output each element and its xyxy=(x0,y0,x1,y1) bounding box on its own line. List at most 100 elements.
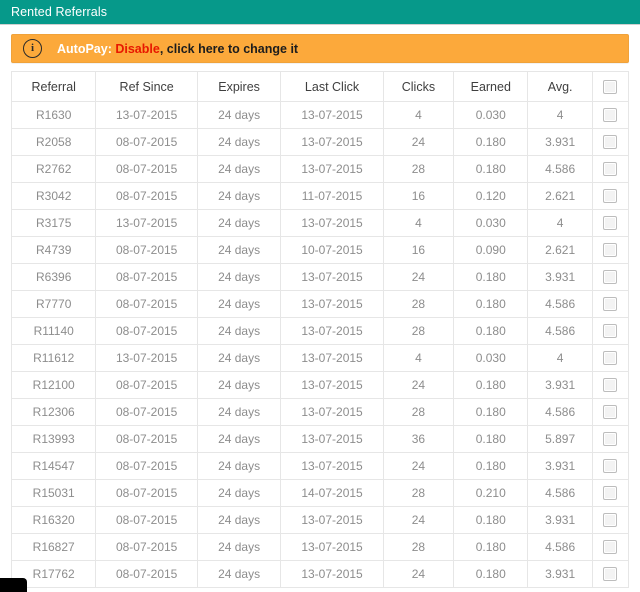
row-select-checkbox[interactable] xyxy=(603,513,618,528)
cell-expires: 24 days xyxy=(196,236,282,264)
cell-referral: R6396 xyxy=(10,263,97,291)
referrals-table-container: Referral Ref Since Expires Last Click Cl… xyxy=(0,63,640,588)
table-header-row: Referral Ref Since Expires Last Click Cl… xyxy=(10,71,630,102)
table-row[interactable]: R16827 08-07-2015 24 days 13-07-2015 28 0.180… xyxy=(10,533,630,561)
table-row[interactable]: R15031 08-07-2015 24 days 14-07-2015 28 0.210… xyxy=(10,479,630,507)
table-row[interactable]: R2058 08-07-2015 24 days 13-07-2015 24 0.180 3… xyxy=(10,128,630,156)
cell-select xyxy=(591,344,630,372)
cell-clicks: 24 xyxy=(382,560,455,588)
table-row[interactable]: R17762 08-07-2015 24 days 13-07-2015 24 0.180… xyxy=(10,560,630,588)
cell-last-click: 13-07-2015 xyxy=(280,290,384,318)
row-select-checkbox[interactable] xyxy=(603,243,618,258)
row-select-checkbox[interactable] xyxy=(603,162,618,177)
row-select-checkbox[interactable] xyxy=(603,540,618,555)
table-row[interactable]: R3042 08-07-2015 24 days 11-07-2015 16 0.120 2… xyxy=(10,182,630,210)
table-row[interactable]: R3175 13-07-2015 24 days 13-07-2015 4 0.030 4 xyxy=(10,209,630,237)
cell-last-click: 13-07-2015 xyxy=(280,209,384,237)
cell-last-click: 11-07-2015 xyxy=(280,182,384,210)
row-select-checkbox[interactable] xyxy=(603,270,618,285)
cell-earned: 0.030 xyxy=(453,209,529,237)
table-row[interactable]: R11612 13-07-2015 24 days 13-07-2015 4 0.030 4 xyxy=(10,344,630,372)
alert-container: i AutoPay: Disable, click here to change… xyxy=(0,25,640,63)
cell-last-click: 13-07-2015 xyxy=(280,317,384,345)
row-select-checkbox[interactable] xyxy=(603,189,618,204)
row-select-checkbox[interactable] xyxy=(603,216,618,231)
row-select-checkbox[interactable] xyxy=(603,459,618,474)
table-row[interactable]: R14547 08-07-2015 24 days 13-07-2015 24 0.180… xyxy=(10,452,630,480)
row-select-checkbox[interactable] xyxy=(603,432,618,447)
cell-select xyxy=(591,155,630,183)
cell-clicks: 28 xyxy=(382,479,455,507)
column-header-ref-since[interactable]: Ref Since xyxy=(95,71,198,102)
cell-ref-since: 08-07-2015 xyxy=(95,263,198,291)
autopay-hint: click here to change it xyxy=(166,41,299,56)
cell-referral: R1630 xyxy=(10,101,97,129)
autopay-alert-message: AutoPay: Disable, click here to change i… xyxy=(57,42,298,56)
table-row[interactable]: R12306 08-07-2015 24 days 13-07-2015 28 0.180… xyxy=(10,398,630,426)
cell-referral: R3175 xyxy=(10,209,97,237)
cell-referral: R14547 xyxy=(10,452,97,480)
row-select-checkbox[interactable] xyxy=(603,108,618,123)
cell-ref-since: 08-07-2015 xyxy=(95,398,198,426)
cell-select xyxy=(591,209,630,237)
table-row[interactable]: R1630 13-07-2015 24 days 13-07-2015 4 0.030 4 xyxy=(10,101,630,129)
column-header-earned[interactable]: Earned xyxy=(453,71,529,102)
cell-ref-since: 08-07-2015 xyxy=(95,560,198,588)
cell-avg: 5.897 xyxy=(527,425,593,453)
page-title: Rented Referrals xyxy=(11,5,108,19)
cell-clicks: 36 xyxy=(382,425,455,453)
table-row[interactable]: R7770 08-07-2015 24 days 13-07-2015 28 0.180 4… xyxy=(10,290,630,318)
table-row[interactable]: R16320 08-07-2015 24 days 13-07-2015 24 0.180… xyxy=(10,506,630,534)
cell-expires: 24 days xyxy=(196,317,282,345)
cell-expires: 24 days xyxy=(196,263,282,291)
row-select-checkbox[interactable] xyxy=(603,135,618,150)
row-select-checkbox[interactable] xyxy=(603,567,618,582)
row-select-checkbox[interactable] xyxy=(603,351,618,366)
cell-clicks: 28 xyxy=(382,398,455,426)
cell-referral: R2762 xyxy=(10,155,97,183)
table-row[interactable]: R4739 08-07-2015 24 days 10-07-2015 16 0.090 2… xyxy=(10,236,630,264)
cell-earned: 0.180 xyxy=(453,317,529,345)
cell-clicks: 28 xyxy=(382,155,455,183)
cell-last-click: 13-07-2015 xyxy=(280,398,384,426)
cell-last-click: 13-07-2015 xyxy=(280,506,384,534)
table-row[interactable]: R6396 08-07-2015 24 days 13-07-2015 24 0.180 3… xyxy=(10,263,630,291)
table-row[interactable]: R2762 08-07-2015 24 days 13-07-2015 28 0.180 4… xyxy=(10,155,630,183)
cell-avg: 4.586 xyxy=(527,479,593,507)
cell-earned: 0.210 xyxy=(453,479,529,507)
row-select-checkbox[interactable] xyxy=(603,324,618,339)
cell-avg: 2.621 xyxy=(527,182,593,210)
autopay-alert[interactable]: i AutoPay: Disable, click here to change… xyxy=(11,34,629,63)
cell-referral: R16320 xyxy=(10,506,97,534)
cell-clicks: 4 xyxy=(382,344,455,372)
cell-last-click: 13-07-2015 xyxy=(280,560,384,588)
cell-referral: R3042 xyxy=(10,182,97,210)
cell-earned: 0.180 xyxy=(453,506,529,534)
cell-referral: R13993 xyxy=(10,425,97,453)
cell-last-click: 14-07-2015 xyxy=(280,479,384,507)
cell-select xyxy=(591,263,630,291)
cell-select xyxy=(591,371,630,399)
autopay-status-badge: Disable xyxy=(115,41,160,56)
cell-expires: 24 days xyxy=(196,398,282,426)
column-header-last-click[interactable]: Last Click xyxy=(280,71,384,102)
cell-ref-since: 08-07-2015 xyxy=(95,425,198,453)
cell-select xyxy=(591,182,630,210)
cell-earned: 0.180 xyxy=(453,128,529,156)
table-header: Referral Ref Since Expires Last Click Cl… xyxy=(10,71,630,102)
row-select-checkbox[interactable] xyxy=(603,405,618,420)
column-header-expires[interactable]: Expires xyxy=(196,71,282,102)
table-row[interactable]: R12100 08-07-2015 24 days 13-07-2015 24 0.180… xyxy=(10,371,630,399)
column-header-clicks[interactable]: Clicks xyxy=(382,71,455,102)
column-header-referral[interactable]: Referral xyxy=(10,71,97,102)
select-all-checkbox[interactable] xyxy=(603,79,618,94)
cell-clicks: 24 xyxy=(382,371,455,399)
column-header-avg[interactable]: Avg. xyxy=(527,71,593,102)
row-select-checkbox[interactable] xyxy=(603,378,618,393)
table-row[interactable]: R11140 08-07-2015 24 days 13-07-2015 28 0.180… xyxy=(10,317,630,345)
row-select-checkbox[interactable] xyxy=(603,486,618,501)
row-select-checkbox[interactable] xyxy=(603,297,618,312)
autopay-label: AutoPay: xyxy=(57,41,112,56)
table-row[interactable]: R13993 08-07-2015 24 days 13-07-2015 36 0.180… xyxy=(10,425,630,453)
cell-last-click: 13-07-2015 xyxy=(280,425,384,453)
